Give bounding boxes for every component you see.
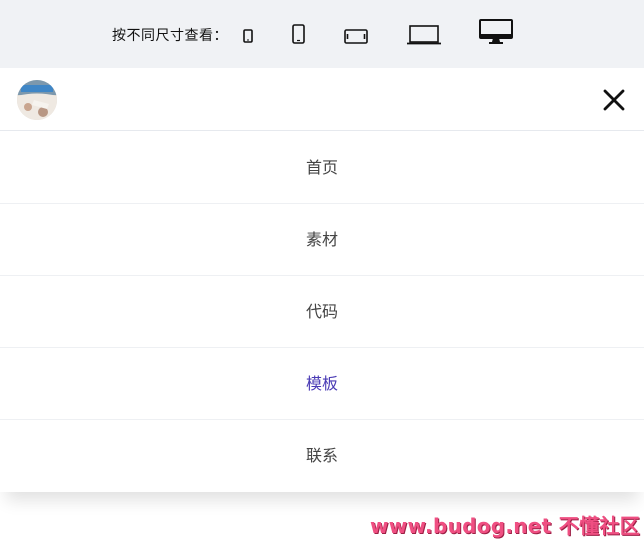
nav-menu: 首页 素材 代码 模板 联系 (0, 132, 644, 492)
mobile-nav-header (0, 68, 644, 131)
device-size-toolbar: 按不同尺寸查看： (0, 0, 644, 68)
close-icon[interactable] (602, 88, 626, 112)
laptop-icon[interactable] (407, 25, 441, 45)
view-size-label: 按不同尺寸查看： (112, 28, 228, 44)
watermark-text: www.budog.net 不懂社区 (370, 514, 640, 538)
menu-item-templates[interactable]: 模板 (0, 348, 644, 420)
phone-icon[interactable] (292, 24, 305, 44)
menu-item-contact[interactable]: 联系 (0, 420, 644, 492)
tablet-landscape-icon[interactable] (344, 29, 368, 44)
avatar[interactable] (17, 80, 57, 120)
desktop-icon[interactable] (479, 19, 513, 45)
menu-item-code[interactable]: 代码 (0, 276, 644, 348)
phone-small-icon[interactable] (243, 29, 253, 43)
menu-item-materials[interactable]: 素材 (0, 204, 644, 276)
menu-item-home[interactable]: 首页 (0, 132, 644, 204)
